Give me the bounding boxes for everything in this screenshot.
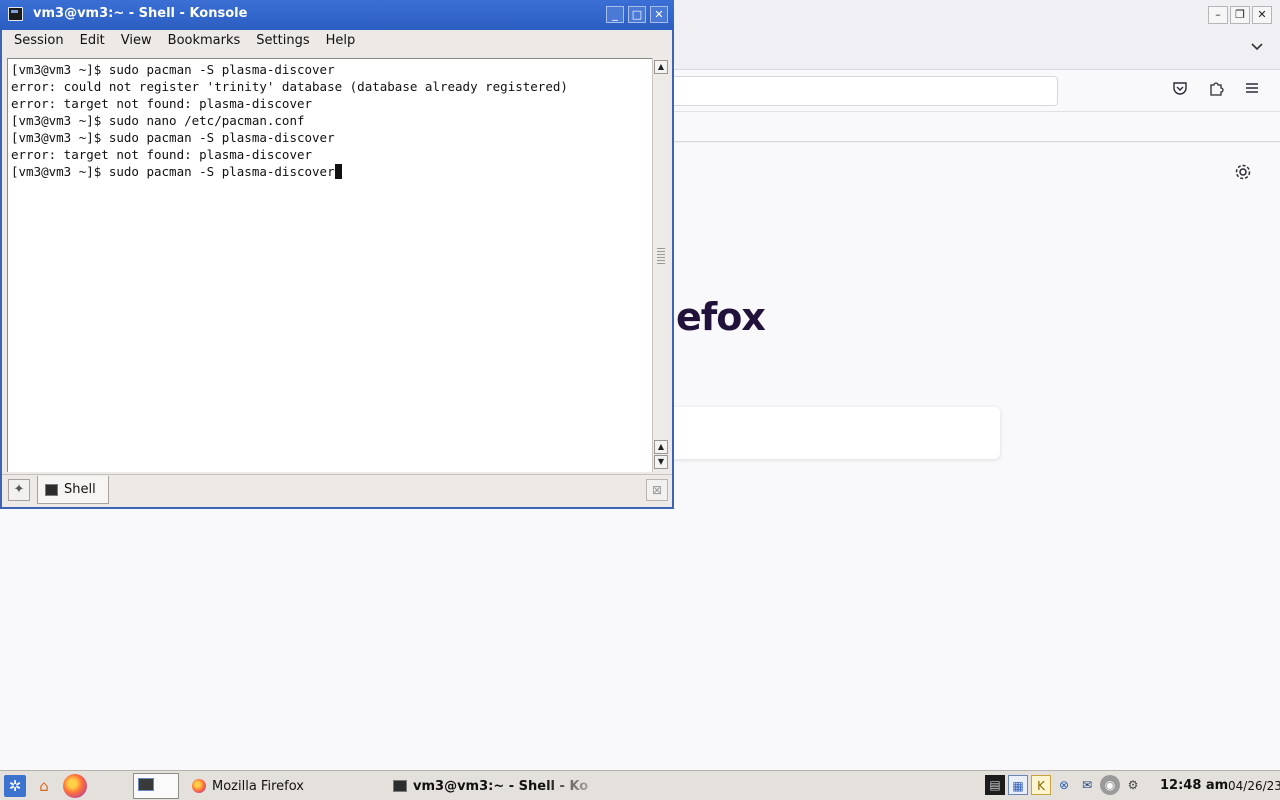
pager-window-thumbnail <box>138 778 154 791</box>
firefox-icon <box>192 779 206 793</box>
terminal-line: [vm3@vm3 ~]$ sudo pacman -S plasma-disco… <box>11 62 335 77</box>
chevron-down-icon[interactable] <box>1250 40 1264 56</box>
taskbar-item-firefox[interactable]: Mozilla Firefox <box>192 774 304 798</box>
search-box[interactable] <box>650 407 1000 459</box>
terminal-line: error: target not found: plasma-discover <box>11 147 313 162</box>
clock-time[interactable]: 12:48 am <box>1160 778 1228 793</box>
network-icon[interactable]: ⊗ <box>1054 775 1074 795</box>
url-bar[interactable] <box>660 76 1058 106</box>
terminal-icon <box>393 780 407 792</box>
menu-bar: Session Edit View Bookmarks Settings Hel… <box>2 30 672 54</box>
close-button[interactable]: ✕ <box>650 6 668 23</box>
gear-icon[interactable] <box>1234 163 1252 186</box>
mail-icon[interactable]: ✉ <box>1077 775 1097 795</box>
new-session-icon[interactable]: ✦ <box>8 479 30 501</box>
terminal-line: error: could not register 'trinity' data… <box>11 79 568 94</box>
home-icon[interactable]: ⌂ <box>33 775 55 797</box>
firefox-minimize-button[interactable]: – <box>1208 6 1228 24</box>
taskbar-overflow-fade <box>545 771 605 800</box>
scrollbar-grip[interactable] <box>657 248 665 266</box>
firefox-close-button[interactable]: ✕ <box>1252 6 1272 24</box>
menu-help[interactable]: Help <box>318 30 364 54</box>
terminal-icon[interactable]: ▤ <box>985 775 1005 795</box>
gear-tray-icon[interactable]: ⚙ <box>1123 775 1143 795</box>
calendar-icon[interactable]: ▦ <box>1008 775 1028 795</box>
menu-session[interactable]: Session <box>6 30 72 54</box>
terminal-scrollbar[interactable]: ▲ ▲ ▼ <box>652 58 668 472</box>
konsole-window: vm3@vm3:~ - Shell - Konsole _ □ ✕ Sessio… <box>0 0 674 509</box>
firefox-wordmark: efox <box>676 295 766 339</box>
tab-label: Shell <box>64 482 96 497</box>
terminal-app-icon <box>8 7 23 21</box>
text-cursor <box>334 164 342 179</box>
terminal-current-command: [vm3@vm3 ~]$ sudo pacman -S plasma-disco… <box>11 164 335 179</box>
terminal-icon <box>45 483 58 496</box>
firefox-window-controls: – ❐ ✕ <box>1208 6 1272 24</box>
pocket-icon[interactable] <box>1172 80 1188 100</box>
terminal-output[interactable]: [vm3@vm3 ~]$ sudo pacman -S plasma-disco… <box>7 58 652 472</box>
terminal-line: [vm3@vm3 ~]$ sudo nano /etc/pacman.conf <box>11 113 305 128</box>
maximize-button[interactable]: □ <box>628 6 646 23</box>
scroll-down-icon[interactable]: ▼ <box>654 455 668 469</box>
extensions-icon[interactable] <box>1208 80 1224 100</box>
terminal-prompt-line: [vm3@vm3 ~]$ sudo pacman -S plasma-disco… <box>8 163 652 180</box>
terminal-line: error: target not found: plasma-discover <box>11 96 313 111</box>
menu-view[interactable]: View <box>113 30 160 54</box>
konsole-window-controls: _ □ ✕ <box>606 6 668 23</box>
menu-bookmarks[interactable]: Bookmarks <box>160 30 249 54</box>
minimize-button[interactable]: _ <box>606 6 624 23</box>
scroll-up-icon[interactable]: ▲ <box>654 440 668 454</box>
firefox-launcher-icon[interactable] <box>63 774 87 798</box>
firefox-restore-button[interactable]: ❐ <box>1230 6 1250 24</box>
clock-date[interactable]: 04/26/23 <box>1228 779 1280 793</box>
menu-edit[interactable]: Edit <box>72 30 113 54</box>
konsole-titlebar[interactable]: vm3@vm3:~ - Shell - Konsole _ □ ✕ <box>0 0 674 30</box>
menu-icon[interactable] <box>1244 80 1260 100</box>
close-session-icon[interactable]: ⊠ <box>646 479 668 501</box>
taskbar: ✲ ⌂ Mozilla Firefox vm3@vm3:~ - Shell - … <box>0 770 1280 800</box>
desktop-pager[interactable] <box>133 773 179 799</box>
tab-shell[interactable]: Shell <box>37 476 109 504</box>
menu-settings[interactable]: Settings <box>248 30 317 54</box>
session-tab-bar: ✦ Shell ⊠ <box>2 474 672 507</box>
start-menu-icon[interactable]: ✲ <box>4 775 26 797</box>
scroll-up-icon[interactable]: ▲ <box>654 60 668 74</box>
system-tray: ▤ ▦ K ⊗ ✉ ◉ ⚙ <box>985 775 1143 795</box>
window-title: vm3@vm3:~ - Shell - Konsole <box>33 6 248 21</box>
terminal-line: [vm3@vm3 ~]$ sudo pacman -S plasma-disco… <box>11 130 335 145</box>
update-icon[interactable]: ◉ <box>1100 775 1120 795</box>
klipper-icon[interactable]: K <box>1031 775 1051 795</box>
taskbar-item-label: Mozilla Firefox <box>212 778 304 794</box>
